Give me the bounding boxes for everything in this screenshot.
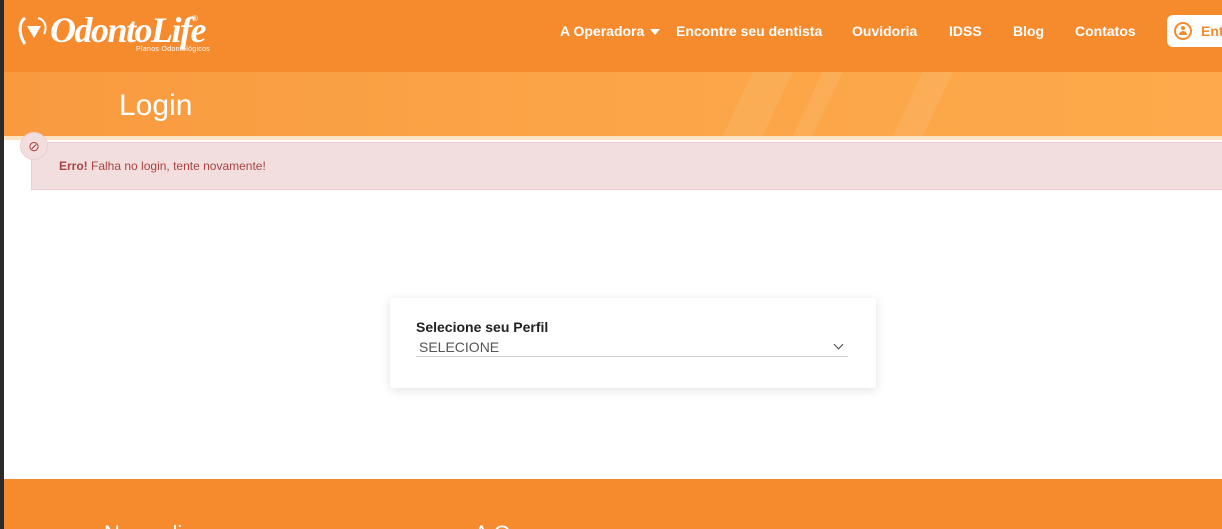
nav-item-blog[interactable]: Blog xyxy=(1013,0,1044,62)
logo-wordmark: OdontoLife xyxy=(50,10,206,50)
banner-divider xyxy=(4,136,1222,140)
footer-heading-right: A Opera... xyxy=(474,521,573,529)
footer-heading-left: Nossa li... xyxy=(104,521,201,529)
odontolife-logo[interactable]: OdontoLife ® Planos Odontológicos xyxy=(16,10,216,60)
nav-item-label: A Operadora xyxy=(560,23,645,39)
profile-select[interactable]: SELECIONE xyxy=(416,338,848,357)
profile-select-value: SELECIONE xyxy=(419,339,500,355)
logo-tagline: Planos Odontológicos xyxy=(136,46,211,53)
page: OdontoLife ® Planos Odontológicos A Oper… xyxy=(4,0,1222,529)
page-banner: Login xyxy=(4,72,1222,136)
page-title: Login xyxy=(119,89,193,122)
site-header: OdontoLife ® Planos Odontológicos A Oper… xyxy=(4,0,1222,72)
enter-button[interactable]: Entrar xyxy=(1167,15,1222,47)
profile-card: Selecione seu Perfil SELECIONE xyxy=(390,298,876,388)
nav-item-idss[interactable]: IDSS xyxy=(949,0,982,62)
chevron-down-icon xyxy=(833,339,844,350)
tooth-logo-icon xyxy=(18,16,47,45)
logo-registered: ® xyxy=(192,14,198,23)
nav-item-a-operadora[interactable]: A Operadora xyxy=(560,0,661,62)
enter-button-label: Entrar xyxy=(1201,23,1222,39)
banner-decoration xyxy=(701,72,807,136)
profile-select-label: Selecione seu Perfil xyxy=(416,319,549,335)
user-circle-icon xyxy=(1174,22,1192,40)
error-alert: Erro! Falha no login, tente novamente! xyxy=(31,142,1222,190)
banner-decoration xyxy=(871,72,967,136)
alert-title: Erro! xyxy=(59,159,88,173)
alert-message: Falha no login, tente novamente! xyxy=(91,159,266,173)
site-footer: Nossa li... A Opera... xyxy=(4,479,1222,529)
nav-item-contatos[interactable]: Contatos xyxy=(1075,0,1136,62)
nav-item-encontre-dentista[interactable]: Encontre seu dentista xyxy=(676,0,822,62)
caret-down-icon xyxy=(650,29,661,36)
ban-icon: ⊘ xyxy=(20,132,48,160)
nav-item-ouvidoria[interactable]: Ouvidoria xyxy=(852,0,917,62)
